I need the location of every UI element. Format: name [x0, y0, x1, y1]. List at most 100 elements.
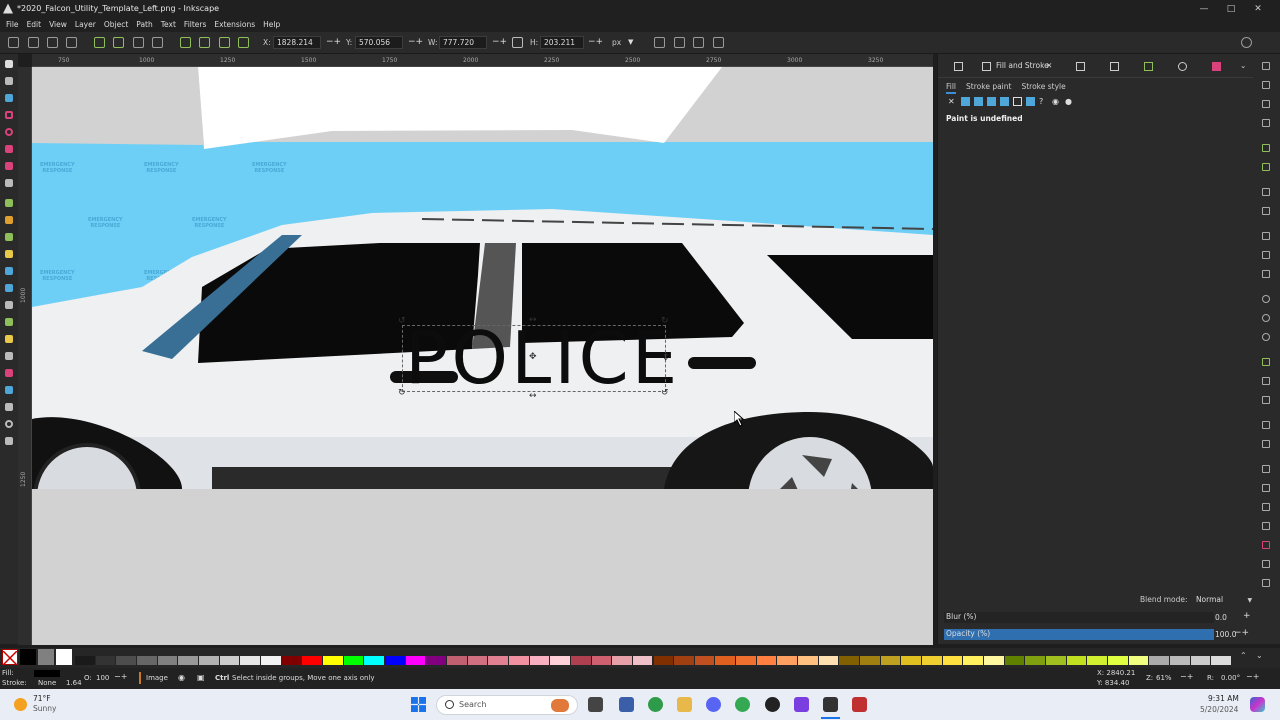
palette-swatch[interactable]	[1211, 656, 1231, 665]
palette-swatch[interactable]	[570, 656, 591, 665]
ellipse-tool-icon[interactable]	[5, 128, 13, 136]
minimize-button[interactable]: —	[1192, 0, 1216, 17]
star-tool-icon[interactable]	[5, 145, 13, 153]
inkscape-taskbar-icon[interactable]	[823, 697, 838, 712]
ruler-left[interactable]: 1000 1250	[18, 67, 32, 645]
palette-swatch[interactable]	[984, 656, 1004, 665]
palette-swatch[interactable]	[860, 656, 880, 665]
zoom-drawing-icon[interactable]	[1262, 314, 1270, 322]
palette-swatch[interactable]	[591, 656, 612, 665]
blur-stepper[interactable]: +	[1243, 611, 1251, 621]
tab-fill[interactable]: Fill	[946, 82, 957, 94]
palette-swatch[interactable]	[736, 656, 756, 665]
menu-path[interactable]: Path	[136, 20, 152, 29]
snap-toggle-icon[interactable]	[1241, 37, 1252, 48]
layers-icon[interactable]	[1262, 503, 1270, 511]
open-file-icon[interactable]	[1262, 81, 1270, 89]
menu-text[interactable]: Text	[161, 20, 176, 29]
palette-swatch[interactable]	[1149, 656, 1169, 665]
scale-stroke-icon[interactable]	[654, 37, 665, 48]
rotation-center-icon[interactable]: ✥	[529, 353, 537, 362]
obs-icon[interactable]	[765, 697, 780, 712]
menu-edit[interactable]: Edit	[27, 20, 42, 29]
palette-swatch[interactable]	[653, 656, 674, 665]
cut-icon[interactable]	[1262, 251, 1270, 259]
fill-rule-nonzero-icon[interactable]: ●	[1065, 97, 1074, 106]
windows-start-icon[interactable]	[411, 697, 426, 712]
w-stepper[interactable]: −+	[492, 37, 507, 47]
align-right-icon[interactable]	[219, 37, 230, 48]
zoom-selection-icon[interactable]	[1262, 295, 1270, 303]
skew-handle-icon[interactable]: ↔	[529, 316, 537, 325]
zoom-stepper[interactable]: −+	[1180, 672, 1193, 681]
h-field[interactable]: 203.211	[540, 36, 584, 49]
group-icon[interactable]	[1262, 421, 1270, 429]
palette-swatch[interactable]	[1170, 656, 1190, 665]
document-properties-icon[interactable]	[1262, 579, 1270, 587]
y-stepper[interactable]: −+	[408, 37, 423, 47]
tab-stroke-style[interactable]: Stroke style	[1021, 82, 1065, 94]
black-swatch[interactable]	[20, 649, 36, 665]
fill-stroke-tab-title[interactable]: Fill and Stroke	[996, 61, 1049, 70]
clone-icon[interactable]	[1262, 377, 1270, 385]
skew-handle-icon[interactable]: ↕	[662, 354, 670, 363]
ruler-top[interactable]: 750 1000 1250 1500 1750 2000 2250 2500 2…	[32, 54, 933, 67]
new-document-icon[interactable]	[1262, 62, 1270, 70]
store-icon[interactable]	[619, 697, 634, 712]
xml-editor-tab-icon[interactable]	[1110, 62, 1119, 71]
mesh-gradient-icon[interactable]	[1000, 97, 1009, 106]
select-all-icon[interactable]	[8, 37, 19, 48]
clock-date[interactable]: 5/20/2024	[1200, 705, 1238, 714]
unit-select[interactable]: px	[612, 38, 621, 47]
lock-icon[interactable]: ▣	[197, 673, 205, 682]
flip-horizontal-icon[interactable]	[133, 37, 144, 48]
palette-swatch[interactable]	[839, 656, 860, 665]
spray-tool-icon[interactable]	[5, 352, 13, 360]
preferences-icon[interactable]	[1262, 560, 1270, 568]
maximize-button[interactable]: □	[1219, 0, 1243, 17]
palette-swatch[interactable]	[178, 656, 198, 665]
deselect-icon[interactable]	[47, 37, 58, 48]
palette-swatch[interactable]	[219, 656, 240, 665]
w-field[interactable]: 777.720	[439, 36, 487, 49]
sun-icon[interactable]	[14, 698, 27, 711]
rotate-handle-icon[interactable]: ↻	[661, 317, 669, 326]
calligraphy-tool-icon[interactable]	[5, 233, 13, 241]
stroke-width-value[interactable]: 1.64	[66, 679, 82, 687]
palette-swatch[interactable]	[756, 656, 777, 665]
palette-swatch[interactable]	[488, 656, 508, 665]
opacity-stepper[interactable]: −+	[1234, 628, 1249, 638]
palette-swatch[interactable]	[674, 656, 694, 665]
eye-icon[interactable]: ◉	[178, 673, 185, 682]
winrar-icon[interactable]	[852, 697, 867, 712]
xml-editor-icon[interactable]	[1262, 522, 1270, 530]
chevron-down-icon[interactable]: ▼	[628, 38, 633, 46]
zoom-field[interactable]: 61%	[1156, 674, 1172, 682]
palette-swatch[interactable]	[322, 656, 343, 665]
chrome-icon[interactable]	[648, 697, 663, 712]
page-tool-icon[interactable]	[5, 403, 13, 411]
spiral-tool-icon[interactable]	[5, 179, 13, 187]
rotation-stepper[interactable]: −+	[1246, 672, 1259, 681]
taskbar-search[interactable]: Search	[436, 695, 578, 715]
align-left-icon[interactable]	[180, 37, 191, 48]
palette-swatch[interactable]	[508, 656, 529, 665]
document-properties-icon[interactable]	[954, 62, 963, 71]
palette-swatch[interactable]	[1046, 656, 1066, 665]
opacity-slider[interactable]: Opacity (%)	[944, 629, 1214, 640]
current-layer[interactable]: Image	[146, 674, 168, 682]
palette-swatch[interactable]	[777, 656, 798, 665]
move-gradients-icon[interactable]	[693, 37, 704, 48]
palette-swatch[interactable]	[1066, 656, 1087, 665]
rotate-handle-icon[interactable]: ↺	[661, 389, 669, 398]
fill-indicator[interactable]	[34, 670, 60, 677]
rectangle-tool-icon[interactable]	[5, 111, 13, 119]
flip-vertical-icon[interactable]	[152, 37, 163, 48]
raise-icon[interactable]	[113, 37, 124, 48]
palette-swatch[interactable]	[198, 656, 219, 665]
palette-swatch[interactable]	[529, 656, 550, 665]
tweak-color-icon[interactable]	[5, 335, 13, 343]
palette-swatch[interactable]	[384, 656, 405, 665]
opacity-field[interactable]: 100	[96, 674, 109, 682]
opacity-stepper[interactable]: −+	[114, 672, 127, 681]
